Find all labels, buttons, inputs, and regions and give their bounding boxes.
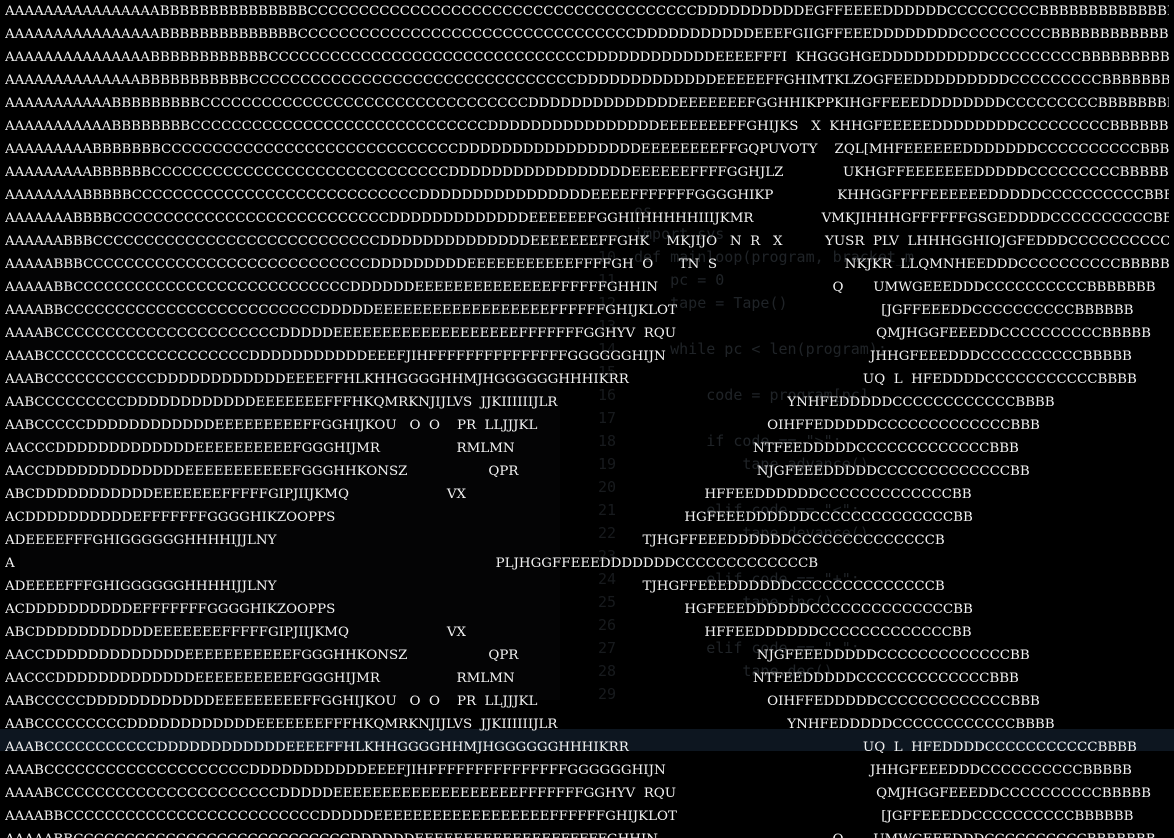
ascii-art-line: AAAABBCCCCCCCCCCCCCCCCCCCCCCCCCDDDDDEEEE… xyxy=(5,809,1134,824)
ascii-art-line: AACCCDDDDDDDDDDDDDEEEEEEEEEEFGGGHIJMR RM… xyxy=(5,441,1019,456)
ascii-art-line: AABCCCCCDDDDDDDDDDDDEEEEEEEEEFFGGHIJKOU … xyxy=(5,694,1040,709)
ascii-art-line: ACDDDDDDDDDDEFFFFFFFGGGGHIKZOOPPS HGFEEE… xyxy=(5,510,973,525)
ascii-art-line: AAABCCCCCCCCCCCCCCCCCCCCDDDDDDDDDDDEEEFJ… xyxy=(5,349,1132,364)
ascii-art-line: AABCCCCCCCCCDDDDDDDDDDDDEEEEEEEFFFHKQMRK… xyxy=(5,395,1055,410)
ascii-art: AAAAAAAAAAAAAAAABBBBBBBBBBBBBBBCCCCCCCCC… xyxy=(5,0,1169,838)
ascii-art-line: A PLJHGGFFEEEDDDDDDDCCCCCCCCCCCCCB xyxy=(5,556,819,571)
ascii-art-line: AAAABBCCCCCCCCCCCCCCCCCCCCCCCCCDDDDDEEEE… xyxy=(5,303,1134,318)
ascii-art-line: ABCDDDDDDDDDDDEEEEEEEFFFFFGIPJIIJKMQ VX … xyxy=(5,625,972,640)
terminal-screen: os import sys 10 def mainloop(program, brac… xyxy=(0,0,1174,838)
ascii-art-line: AAAAAAAAAAABBBBBBBBBCCCCCCCCCCCCCCCCCCCC… xyxy=(5,96,1169,111)
ascii-art-line: AAABCCCCCCCCCCCDDDDDDDDDDDDEEEEFFHLKHHGG… xyxy=(5,372,1137,387)
ascii-art-line: AACCDDDDDDDDDDDDDEEEEEEEEEEEFGGGHHKONSZ … xyxy=(5,464,1030,479)
ascii-art-line: ABCDDDDDDDDDDDEEEEEEEFFFFFGIPJIIJKMQ VX … xyxy=(5,487,972,502)
ascii-art-line: AAAAAAAAAAAAAAAABBBBBBBBBBBBBBBCCCCCCCCC… xyxy=(5,4,1169,19)
ascii-art-line: AACCCDDDDDDDDDDDDDEEEEEEEEEEFGGGHIJMR RM… xyxy=(5,671,1019,686)
ascii-art-line: AAAAAAAAAAAAAAABBBBBBBBBBBBCCCCCCCCCCCCC… xyxy=(5,50,1169,65)
ascii-art-line: AAAABCCCCCCCCCCCCCCCCCCCCCCDDDDDEEEEEEEE… xyxy=(5,786,1151,801)
ascii-art-line: ACDDDDDDDDDDEFFFFFFFGGGGHIKZOOPPS HGFEEE… xyxy=(5,602,973,617)
ascii-art-line: ADEEEEFFFGHIGGGGGGHHHHIJJLNY TJHGFFEEEDD… xyxy=(5,533,945,548)
ascii-art-line: AAAAAABBBCCCCCCCCCCCCCCCCCCCCCCCCCCCCDDD… xyxy=(5,234,1169,249)
ascii-art-line: AAAAABBCCCCCCCCCCCCCCCCCCCCCCCCCCCDDDDDD… xyxy=(5,280,1156,295)
ascii-art-line: AAAAAAAAAAAAAAAABBBBBBBBBBBBBBCCCCCCCCCC… xyxy=(5,27,1169,42)
ascii-art-line: AAAAAAAABBBBBCCCCCCCCCCCCCCCCCCCCCCCCCCC… xyxy=(5,188,1169,203)
ascii-art-line: AAAAAAABBBBCCCCCCCCCCCCCCCCCCCCCCCCCCCDD… xyxy=(5,211,1169,226)
ascii-art-line: AAAAAAAAAAAAAABBBBBBBBBBBCCCCCCCCCCCCCCC… xyxy=(5,73,1169,88)
ascii-art-line: AAAAAAAAAAABBBBBBBBCCCCCCCCCCCCCCCCCCCCC… xyxy=(5,119,1169,134)
ascii-art-line: AAAABCCCCCCCCCCCCCCCCCCCCCCDDDDDEEEEEEEE… xyxy=(5,326,1151,341)
ascii-art-line: AABCCCCCDDDDDDDDDDDDEEEEEEEEEFFGGHIJKOU … xyxy=(5,418,1040,433)
ascii-art-line: AAABCCCCCCCCCCCCCCCCCCCCDDDDDDDDDDDEEEFJ… xyxy=(5,763,1132,778)
ascii-art-line: ADEEEEFFFGHIGGGGGGHHHHIJJLNY TJHGFFEEEDD… xyxy=(5,579,945,594)
ascii-art-line: AABCCCCCCCCCDDDDDDDDDDDDEEEEEEEFFFHKQMRK… xyxy=(5,717,1055,732)
ascii-art-line: AAAAAAAAABBBBBBCCCCCCCCCCCCCCCCCCCCCCCCC… xyxy=(5,165,1169,180)
ascii-art-line: AAAAABBCCCCCCCCCCCCCCCCCCCCCCCCCCCDDDDDD… xyxy=(5,828,1169,838)
ascii-art-line: AACCDDDDDDDDDDDDDEEEEEEEEEEEFGGGHHKONSZ … xyxy=(5,648,1030,663)
ascii-art-line: AAABCCCCCCCCCCCDDDDDDDDDDDDEEEEFFHLKHHGG… xyxy=(5,740,1137,755)
ascii-art-line: AAAAABBBCCCCCCCCCCCCCCCCCCCCCCCCCCCCDDDD… xyxy=(5,257,1169,272)
ascii-art-line: AAAAAAAAABBBBBBBCCCCCCCCCCCCCCCCCCCCCCCC… xyxy=(5,142,1169,157)
